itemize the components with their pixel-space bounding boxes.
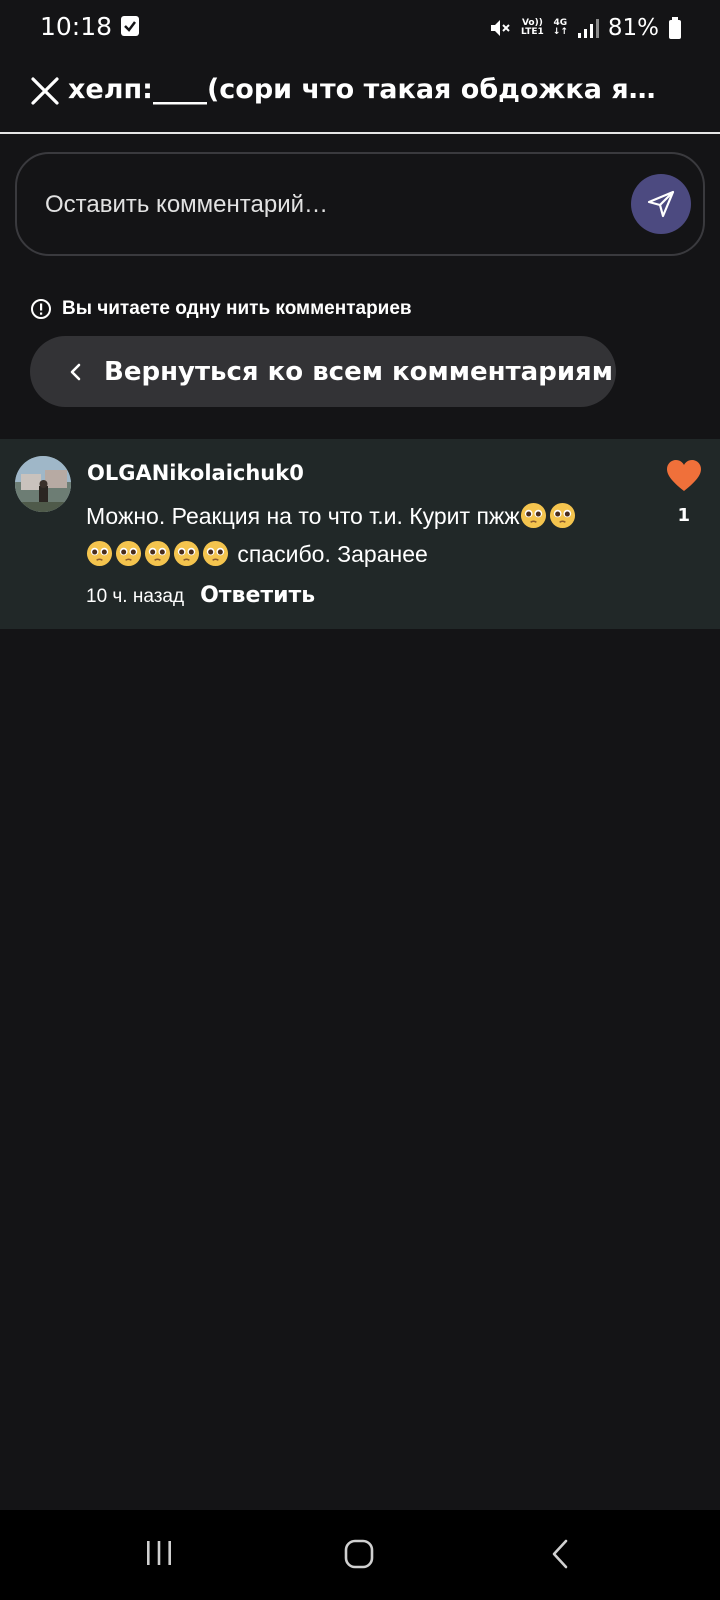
- system-nav-bar: [0, 1510, 720, 1600]
- mobile-data-indicator: 4G ↓↑: [552, 18, 568, 37]
- back-nav-button[interactable]: [548, 1538, 572, 1574]
- close-icon: [31, 77, 59, 105]
- checkbox-notification-icon: [121, 16, 139, 36]
- status-time: 10:18: [40, 12, 113, 41]
- comment-text-part1: Можно. Реакция на то что т.и. Курит пжж: [86, 503, 520, 529]
- comment-text: Можно. Реакция на то что т.и. Курит пжж …: [86, 497, 626, 573]
- comment-composer: [15, 152, 705, 256]
- avatar-image: [15, 456, 71, 512]
- signal-icon: [577, 19, 599, 38]
- pleading-face-emoji-icon: [86, 540, 231, 567]
- app-header: хелп:____(сори что такая обдожка я…: [0, 60, 720, 134]
- comment-text-part2: спасибо. Заранее: [237, 541, 428, 567]
- thread-notice-text: Вы читаете одну нить комментариев: [62, 298, 412, 319]
- mute-icon: [490, 20, 510, 36]
- battery-icon: [669, 17, 681, 39]
- volte-indicator: Vo)) LTE1: [520, 18, 544, 37]
- comment-timestamp: 10 ч. назад: [86, 586, 185, 607]
- avatar[interactable]: [15, 456, 71, 512]
- chevron-left-icon: [70, 363, 81, 380]
- recent-apps-button[interactable]: [144, 1538, 174, 1572]
- reply-button[interactable]: Ответить: [200, 583, 315, 608]
- close-button[interactable]: [28, 74, 62, 108]
- recent-apps-icon: [147, 1541, 171, 1565]
- info-icon: [31, 299, 51, 319]
- thread-notice: Вы читаете одну нить комментариев: [30, 298, 412, 320]
- like-count: 1: [677, 505, 690, 526]
- back-button-label: Вернуться ко всем комментариям: [104, 356, 614, 387]
- screen: 10:18 Vo)) LTE1 4G ↓↑ 81% хелп:____(сори…: [0, 0, 720, 1600]
- comment-item: OLGANikolaichuk0 Можно. Реакция на то чт…: [0, 439, 720, 629]
- pleading-face-emoji-icon: [520, 502, 578, 529]
- back-icon: [552, 1539, 568, 1569]
- like-button[interactable]: [666, 459, 702, 493]
- comment-input[interactable]: [45, 188, 605, 222]
- battery-percent: 81%: [607, 15, 659, 41]
- comment-username[interactable]: OLGANikolaichuk0: [87, 461, 304, 485]
- back-to-all-comments-button[interactable]: Вернуться ко всем комментариям: [30, 336, 616, 407]
- comment-meta: 10 ч. назад Ответить: [86, 583, 315, 608]
- status-icons: Vo)) LTE1 4G ↓↑ 81%: [488, 12, 682, 44]
- heart-icon: [667, 460, 701, 491]
- page-title: хелп:____(сори что такая обдожка я…: [68, 74, 656, 105]
- home-button[interactable]: [343, 1538, 375, 1574]
- home-icon: [344, 1539, 374, 1569]
- send-icon: [647, 190, 675, 218]
- send-button[interactable]: [631, 174, 691, 234]
- status-bar: 10:18 Vo)) LTE1 4G ↓↑ 81%: [0, 0, 720, 56]
